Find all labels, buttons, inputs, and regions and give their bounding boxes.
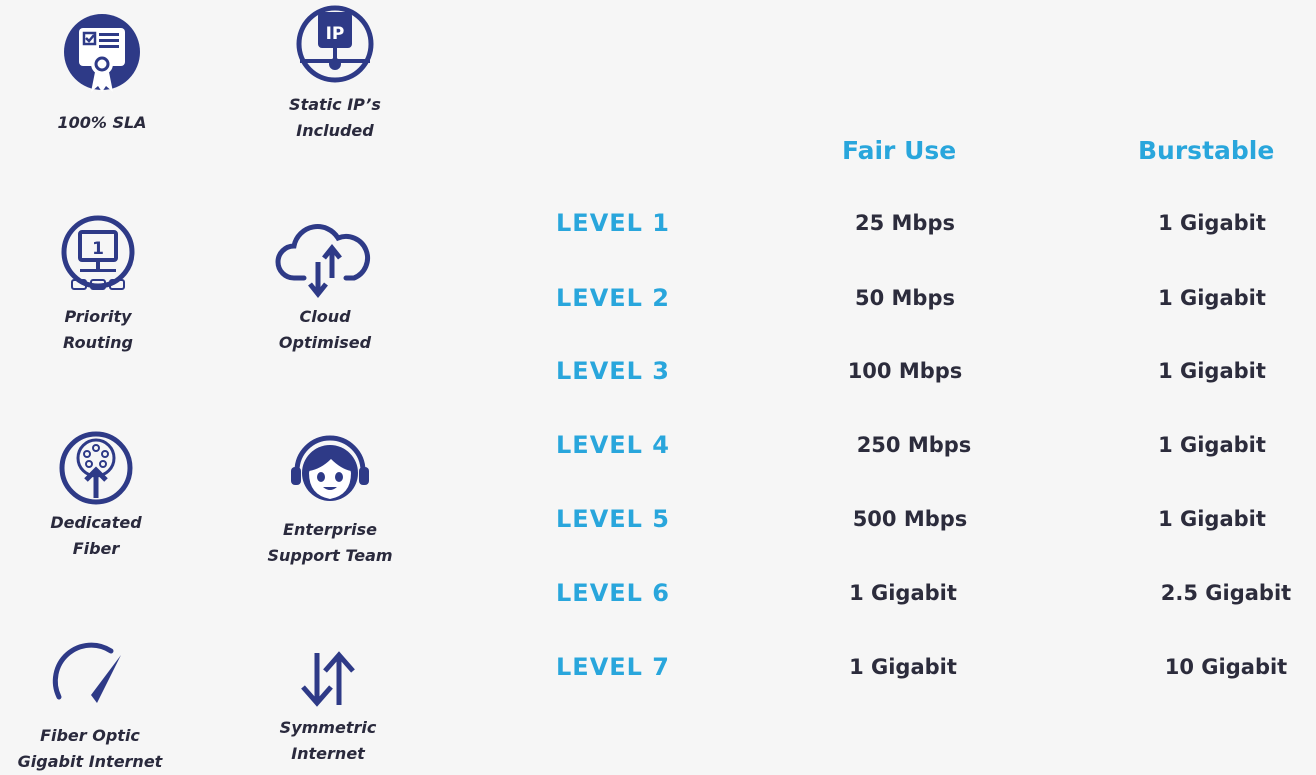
level-label: LEVEL 2 xyxy=(556,284,671,312)
feature-label: Dedicated xyxy=(50,513,142,532)
feature-priority-routing: 1 Priority Routing xyxy=(13,214,183,356)
feature-symmetric: Symmetric Internet xyxy=(243,633,413,767)
fair-use-value: 1 Gigabit xyxy=(849,655,957,679)
burstable-value: 1 Gigabit xyxy=(1158,359,1266,383)
burstable-value: 1 Gigabit xyxy=(1158,211,1266,235)
feature-label: 100% SLA xyxy=(57,113,147,132)
feature-label: Routing xyxy=(63,333,133,352)
level-label: LEVEL 3 xyxy=(556,357,671,385)
sla-certificate-icon xyxy=(64,14,140,92)
dedicated-fiber-icon xyxy=(59,431,133,505)
fair-use-value: 500 Mbps xyxy=(852,507,968,531)
feature-label: Symmetric xyxy=(279,718,377,737)
fair-use-value: 50 Mbps xyxy=(855,286,955,310)
feature-support: Enterprise Support Team xyxy=(245,427,415,569)
feature-cloud: Cloud Optimised xyxy=(240,218,410,356)
feature-label: Internet xyxy=(291,744,365,763)
fair-use-value: 250 Mbps xyxy=(856,433,972,457)
fair-use-value: 25 Mbps xyxy=(855,211,955,235)
fair-use-value: 100 Mbps xyxy=(847,359,963,383)
level-label: LEVEL 4 xyxy=(556,431,671,459)
burstable-value: 10 Gigabit xyxy=(1164,655,1288,679)
burstable-value: 1 Gigabit xyxy=(1158,433,1266,457)
feature-label: Gigabit Internet xyxy=(17,752,163,771)
symmetric-arrows-icon xyxy=(301,651,355,707)
feature-fiber-optic: Fiber Optic Gigabit Internet xyxy=(5,633,175,775)
burstable-value: 1 Gigabit xyxy=(1158,286,1266,310)
level-label: LEVEL 7 xyxy=(556,653,671,681)
speedometer-icon xyxy=(52,642,121,703)
svg-text:IP: IP xyxy=(326,24,345,44)
level-label: LEVEL 1 xyxy=(556,209,671,237)
burstable-value: 1 Gigabit xyxy=(1158,507,1266,531)
feature-dedicated-fiber: Dedicated Fiber xyxy=(11,428,181,562)
feature-static-ip: IP Static IP’s Included xyxy=(250,2,420,144)
support-headset-icon xyxy=(291,435,369,501)
burstable-value: 2.5 Gigabit xyxy=(1160,581,1292,605)
feature-label: Fiber xyxy=(72,539,120,558)
feature-label: Optimised xyxy=(278,333,372,352)
header-fair-use: Fair Use xyxy=(842,136,957,165)
priority-routing-icon: 1 xyxy=(61,215,135,290)
header-burstable: Burstable xyxy=(1138,136,1275,165)
fair-use-value: 1 Gigabit xyxy=(849,581,957,605)
feature-label: Enterprise xyxy=(283,520,377,539)
static-ip-icon: IP xyxy=(296,5,374,83)
cloud-sync-icon xyxy=(275,224,371,299)
feature-label: Priority xyxy=(64,307,132,326)
level-label: LEVEL 5 xyxy=(556,505,671,533)
feature-label: Support Team xyxy=(267,546,393,565)
svg-text:1: 1 xyxy=(92,239,104,259)
feature-label: Cloud xyxy=(299,307,351,326)
feature-label: Included xyxy=(296,121,374,140)
feature-sla: 100% SLA xyxy=(17,10,187,136)
feature-label: Static IP’s xyxy=(289,95,381,114)
feature-label: Fiber Optic xyxy=(40,726,140,745)
level-label: LEVEL 6 xyxy=(556,579,671,607)
